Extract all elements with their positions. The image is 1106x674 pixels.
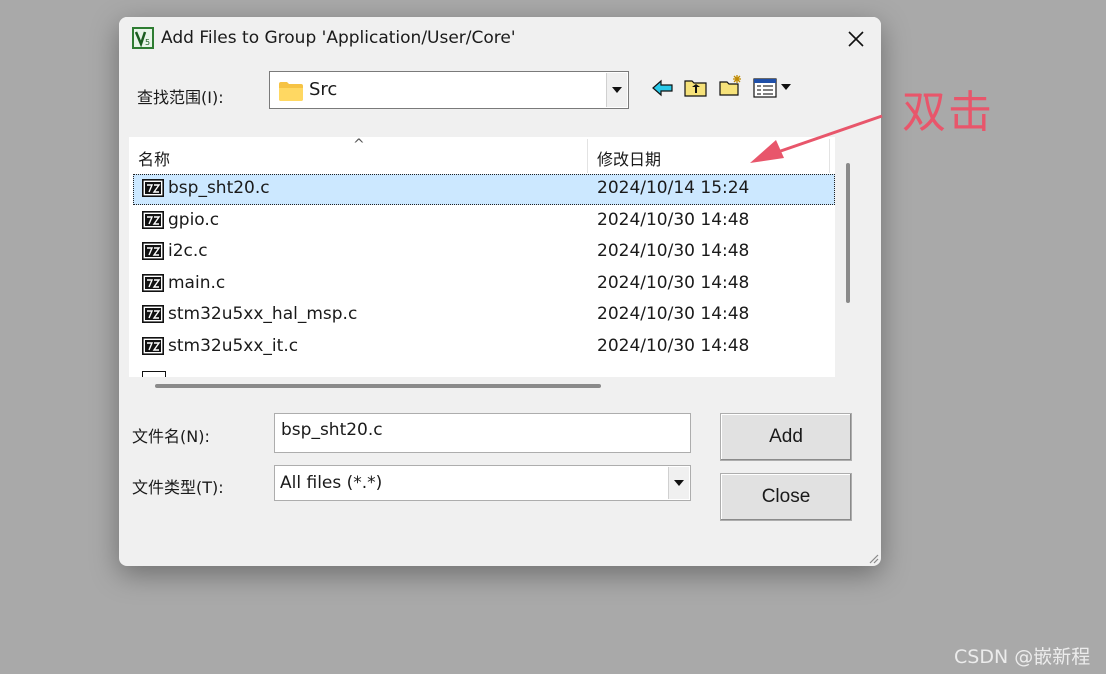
add-files-dialog: 5 Add Files to Group 'Application/User/C…: [119, 17, 881, 566]
file-date: 2024/10/30 14:48: [597, 336, 750, 356]
vertical-scrollbar-thumb[interactable]: [846, 163, 850, 303]
annotation-arrow-icon: [750, 114, 883, 163]
file-date: 2024/10/30 14:48: [597, 272, 750, 293]
filename-label: 文件名(N):: [132, 427, 210, 446]
file-name: stm32u5xx_hal_msp.c: [168, 304, 358, 325]
file-c-icon: [142, 371, 166, 377]
chevron-down-icon: [674, 480, 684, 486]
horizontal-scrollbar-thumb[interactable]: [155, 384, 601, 388]
lookin-combobox[interactable]: Src: [269, 71, 629, 109]
file-list[interactable]: ^ 名称 修改日期 bsp_sht20.c 2024/10/14 15:24 gpi…: [129, 137, 835, 377]
file-row[interactable]: i2c.c 2024/10/30 14:48: [133, 237, 835, 268]
c-file-icon: [142, 242, 164, 261]
file-row[interactable]: bsp_sht20.c 2024/10/14 15:24: [133, 174, 835, 205]
resize-grip-icon[interactable]: [867, 552, 879, 564]
file-name: bsp_sht20.c: [168, 178, 270, 198]
file-date: 2024/10/14 15:24: [597, 178, 750, 198]
column-divider[interactable]: [587, 139, 588, 173]
close-icon: [848, 31, 864, 47]
file-date: 2024/10/30 14:48: [597, 241, 750, 262]
close-window-button[interactable]: [839, 23, 873, 55]
keil-app-icon: 5: [132, 27, 154, 49]
column-header-name[interactable]: 名称: [138, 146, 170, 170]
lookin-label: 查找范围(I):: [137, 88, 224, 107]
file-name: gpio.c: [168, 209, 220, 230]
file-date: 2024/10/30 14:48: [597, 209, 750, 230]
column-header-date[interactable]: 修改日期: [597, 146, 661, 170]
dialog-title: Add Files to Group 'Application/User/Cor…: [161, 28, 516, 48]
file-row[interactable]: gpio.c 2024/10/30 14:48: [133, 206, 835, 237]
file-name: i2c.c: [168, 241, 208, 262]
file-name: main.c: [168, 272, 226, 293]
file-date: 2024/10/30 14:48: [597, 304, 750, 325]
filetype-value: All files (*.*): [280, 473, 383, 493]
add-button[interactable]: Add: [720, 413, 852, 461]
filetype-dropdown-button[interactable]: [668, 467, 689, 499]
filetype-label: 文件类型(T):: [132, 478, 224, 497]
file-row[interactable]: stm32u5xx_it.c 2024/10/30 14:48: [133, 332, 835, 363]
svg-text:5: 5: [145, 38, 150, 47]
watermark: CSDN @嵌新程: [954, 646, 1091, 668]
chevron-down-icon: [612, 87, 622, 93]
folder-icon: [279, 82, 303, 101]
annotation-text: 双击: [902, 87, 994, 138]
c-file-icon: [142, 337, 164, 355]
lookin-dropdown-button[interactable]: [606, 73, 627, 107]
c-file-icon: [142, 273, 164, 292]
up-folder-icon[interactable]: [684, 76, 708, 98]
filename-input[interactable]: bsp_sht20.c: [274, 413, 691, 453]
lookin-value: Src: [309, 79, 338, 100]
new-folder-icon[interactable]: [719, 74, 743, 96]
filetype-combobox[interactable]: All files (*.*): [274, 465, 691, 501]
back-icon[interactable]: [651, 77, 675, 99]
sort-ascending-icon: ^: [353, 137, 365, 153]
file-name: stm32u5xx_it.c: [168, 336, 299, 356]
list-header: ^ 名称 修改日期: [129, 137, 830, 173]
c-file-icon: [142, 305, 164, 324]
file-row[interactable]: stm32u5xx_hal_msp.c 2024/10/30 14:48: [133, 300, 835, 331]
close-button[interactable]: Close: [720, 473, 852, 521]
c-file-icon: [142, 210, 164, 229]
file-row[interactable]: main.c 2024/10/30 14:48: [133, 269, 835, 300]
c-file-icon: [142, 179, 164, 197]
title-bar: 5 Add Files to Group 'Application/User/C…: [119, 17, 881, 61]
view-menu-icon[interactable]: [753, 77, 797, 99]
